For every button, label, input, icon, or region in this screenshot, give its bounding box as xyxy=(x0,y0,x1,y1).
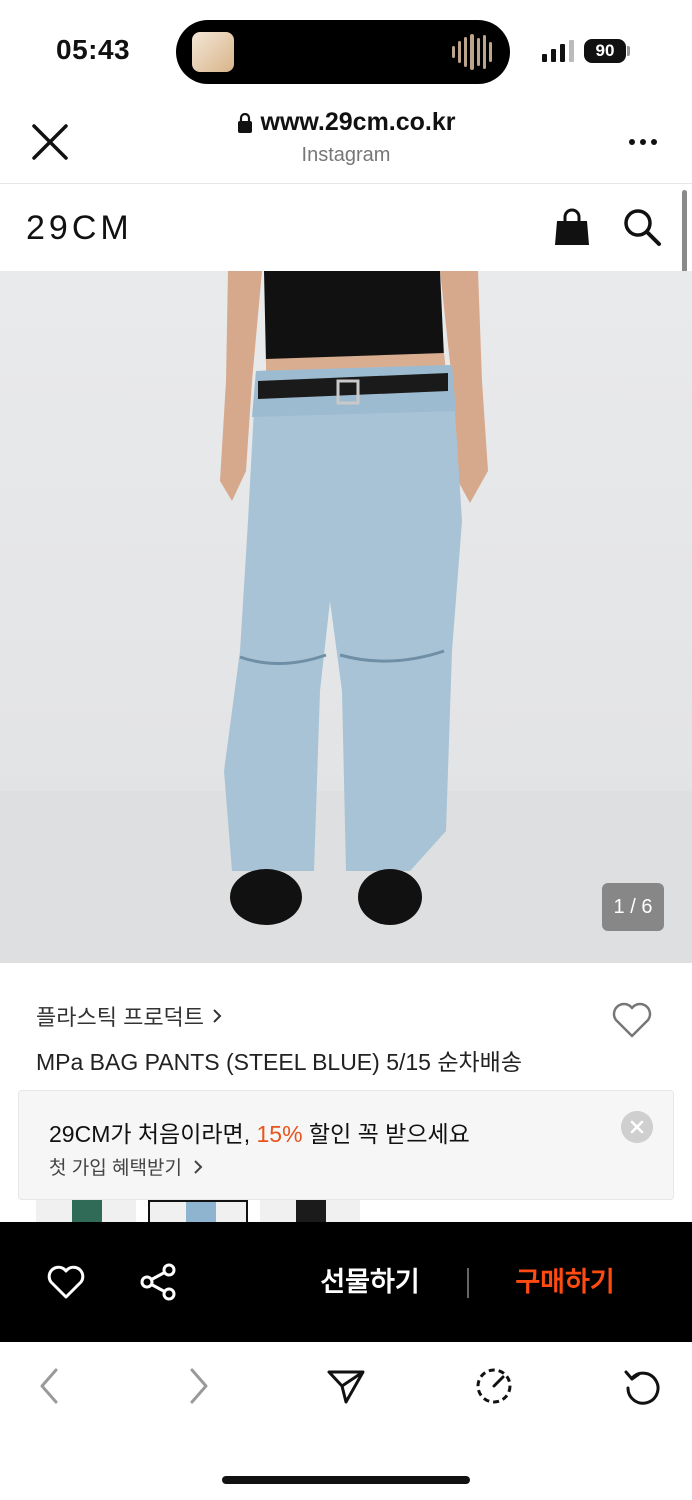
promo-subtitle: 첫 가입 혜택받기 xyxy=(49,1158,182,1179)
buy-button[interactable]: 구매하기 xyxy=(490,1260,640,1299)
product-title: MPa BAG PANTS (STEEL BLUE) 5/15 순차배송 xyxy=(36,1049,522,1075)
heart-icon[interactable] xyxy=(610,998,654,1042)
cellular-signal-icon xyxy=(542,40,574,62)
status-bar: 05:43 90 xyxy=(0,0,692,100)
shopping-bag-icon[interactable] xyxy=(552,207,592,247)
promo-discount: 15% xyxy=(256,1121,303,1147)
battery-indicator: 90 xyxy=(584,39,626,63)
status-time: 05:43 xyxy=(56,34,131,65)
promo-title-text: 29CM가 처음이라면, xyxy=(49,1121,257,1147)
chevron-right-icon xyxy=(213,1009,222,1023)
audio-wave-icon xyxy=(452,34,492,70)
color-thumb[interactable] xyxy=(260,1200,360,1222)
image-counter: 1 / 6 xyxy=(602,883,664,931)
color-thumb-selected[interactable] xyxy=(148,1200,248,1222)
product-photo-illustration xyxy=(0,271,692,963)
site-header: 29CM xyxy=(0,185,692,271)
action-divider xyxy=(467,1268,469,1298)
color-thumb[interactable] xyxy=(36,1200,136,1222)
close-icon[interactable] xyxy=(621,1111,653,1143)
promo-signup-link[interactable]: 첫 가입 혜택받기 xyxy=(49,1153,203,1180)
share-icon[interactable] xyxy=(138,1262,178,1302)
brand-link[interactable]: 플라스틱 프로덕트 xyxy=(36,1000,222,1032)
back-icon[interactable] xyxy=(30,1366,70,1406)
chevron-right-icon xyxy=(194,1160,203,1174)
url-area[interactable]: www.29cm.co.kr Instagram xyxy=(0,108,692,167)
reload-icon[interactable] xyxy=(622,1366,662,1406)
battery-tip xyxy=(627,46,630,56)
product-image[interactable]: 1 / 6 xyxy=(0,271,692,963)
more-options-icon[interactable] xyxy=(628,130,658,154)
timer-icon[interactable] xyxy=(474,1366,514,1406)
site-logo[interactable]: 29CM xyxy=(26,209,133,248)
signup-promo-banner[interactable]: 29CM가 처음이라면, 15% 할인 꼭 받으세요 첫 가입 혜택받기 xyxy=(18,1090,674,1200)
browser-subtitle: Instagram xyxy=(301,143,391,166)
promo-title: 29CM가 처음이라면, 15% 할인 꼭 받으세요 xyxy=(49,1115,470,1149)
search-icon[interactable] xyxy=(620,205,664,249)
lock-icon xyxy=(237,112,252,133)
forward-icon[interactable] xyxy=(178,1366,218,1406)
color-option-thumbnails xyxy=(36,1200,360,1222)
gift-button[interactable]: 선물하기 xyxy=(290,1260,450,1299)
brand-name: 플라스틱 프로덕트 xyxy=(36,1005,205,1030)
promo-title-suffix: 할인 꼭 받으세요 xyxy=(302,1121,470,1147)
home-indicator[interactable] xyxy=(222,1476,470,1484)
in-app-browser-header: www.29cm.co.kr Instagram xyxy=(0,100,692,184)
heart-icon[interactable] xyxy=(46,1262,86,1302)
dynamic-island[interactable] xyxy=(176,20,510,84)
purchase-action-bar: 선물하기 구매하기 xyxy=(0,1222,692,1342)
now-playing-artwork xyxy=(192,32,234,72)
url-text: www.29cm.co.kr xyxy=(260,108,456,136)
send-icon[interactable] xyxy=(326,1366,366,1406)
